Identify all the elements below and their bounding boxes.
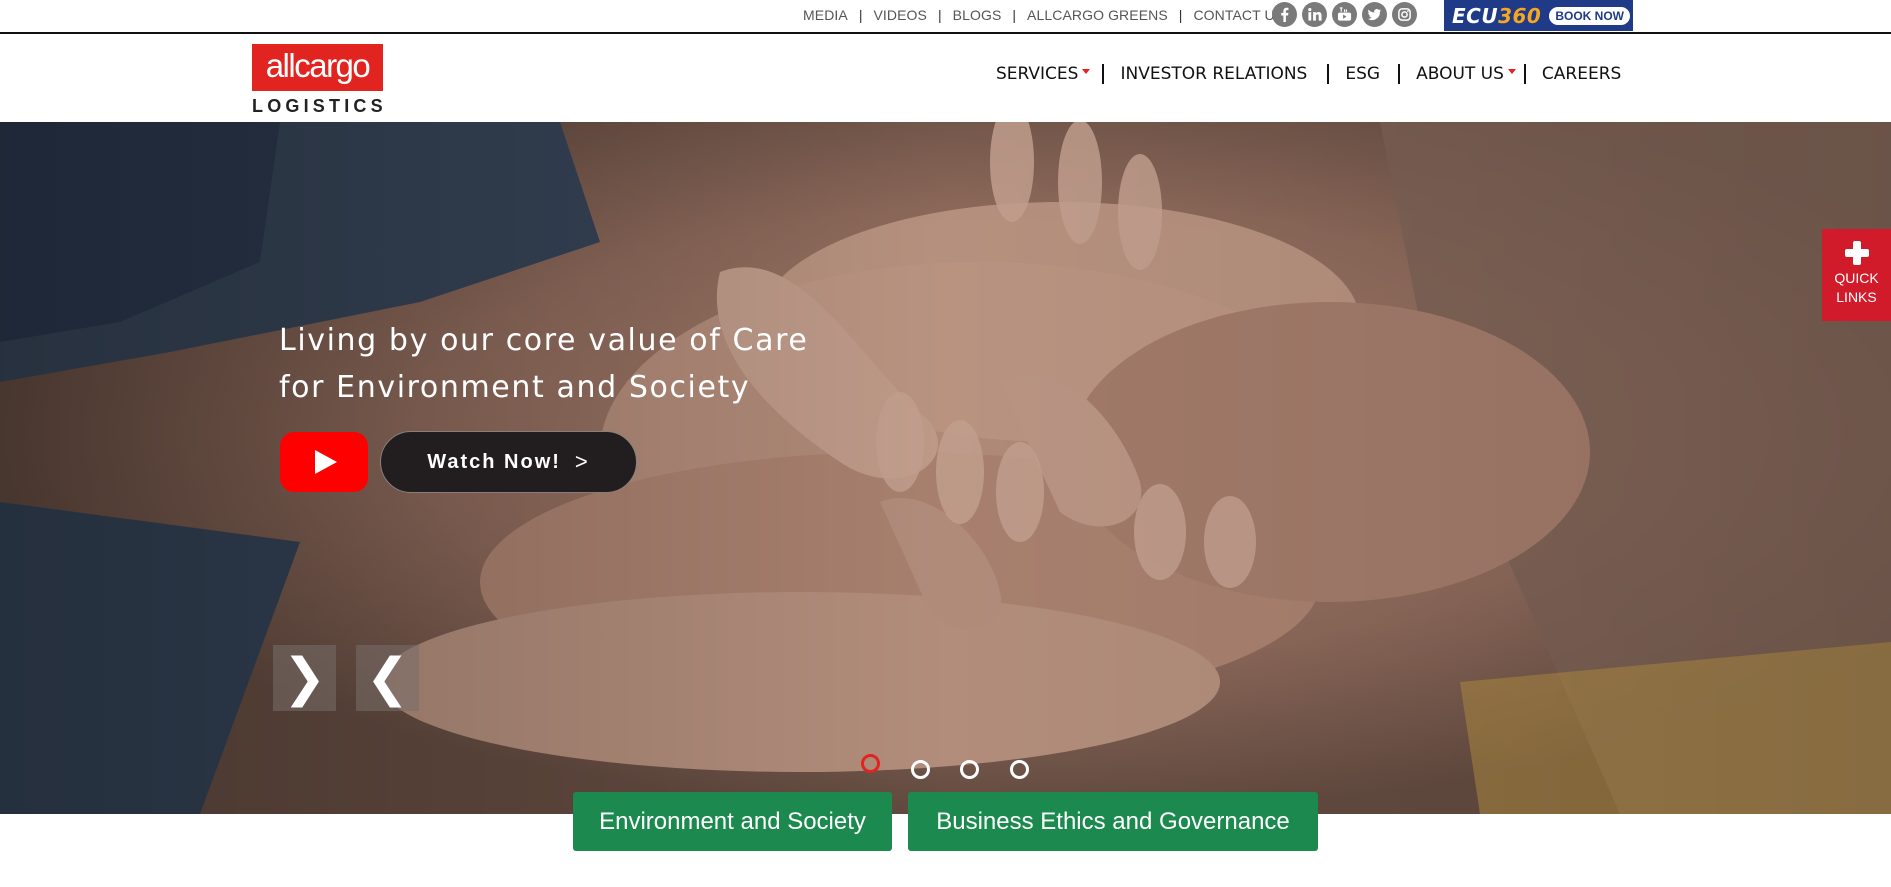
nav-label: SERVICES	[996, 64, 1079, 84]
quick-links-button[interactable]: QUICK LINKS	[1822, 229, 1891, 321]
nav-item-services[interactable]: SERVICES	[996, 64, 1091, 84]
linkedin-icon[interactable]	[1302, 2, 1327, 27]
separator: |	[1012, 7, 1017, 23]
dropdown-caret-icon	[1507, 68, 1516, 74]
separator: |	[1178, 7, 1183, 23]
hero-carousel: Living by our core value of Care for Env…	[0, 122, 1891, 814]
quick-links-label-2: LINKS	[1836, 289, 1877, 305]
nav-label: ESG	[1345, 64, 1381, 84]
nav-divider	[1102, 64, 1105, 84]
plus-icon	[1844, 241, 1869, 265]
logo-subtitle: LOGISTICS	[252, 96, 387, 116]
social-links	[1272, 2, 1417, 27]
logo-wordmark: allcargo	[252, 44, 383, 91]
nav-item-investor-relations[interactable]: INVESTOR RELATIONS	[1120, 64, 1307, 84]
top-link-blogs[interactable]: BLOGS	[953, 7, 1002, 23]
ecu360-logo-prefix: ECU	[1452, 3, 1499, 28]
hero-headline-line-1: Living by our core value of Care	[279, 323, 809, 358]
top-link-contact-us[interactable]: CONTACT US	[1193, 7, 1284, 23]
chevron-left-icon: ❮	[365, 648, 410, 708]
top-link-media[interactable]: MEDIA	[803, 7, 848, 23]
carousel-dot-3[interactable]	[960, 760, 979, 779]
tab-business-ethics-and-governance[interactable]: Business Ethics and Governance	[908, 792, 1318, 851]
quick-links-label-1: QUICK	[1834, 270, 1879, 286]
instagram-icon[interactable]	[1392, 2, 1417, 27]
nav-divider	[1327, 64, 1330, 84]
nav-item-about-us[interactable]: ABOUT US	[1416, 64, 1516, 84]
main-nav: SERVICES INVESTOR RELATIONS ESG ABOUT US…	[996, 64, 1621, 84]
separator: |	[858, 7, 863, 23]
youtube-icon[interactable]	[1332, 2, 1357, 27]
separator: |	[938, 7, 942, 23]
nav-divider	[1398, 64, 1401, 84]
watch-now-label: Watch Now!	[427, 450, 561, 473]
hero-headline: Living by our core value of Care for Env…	[279, 317, 808, 411]
nav-label: ABOUT US	[1416, 64, 1504, 84]
twitter-icon[interactable]	[1362, 2, 1387, 27]
top-link-allcargo-greens[interactable]: ALLCARGO GREENS	[1027, 7, 1168, 23]
nav-item-esg[interactable]: ESG	[1345, 64, 1380, 84]
facebook-icon[interactable]	[1272, 2, 1297, 27]
tab-environment-and-society[interactable]: Environment and Society	[573, 792, 892, 851]
nav-label: CAREERS	[1541, 64, 1622, 84]
top-utility-bar: MEDIA | VIDEOS | BLOGS | ALLCARGO GREENS…	[0, 0, 1891, 34]
carousel-next-button[interactable]: ❯	[273, 645, 336, 711]
carousel-dot-2[interactable]	[911, 760, 930, 779]
main-header: allcargo LOGISTICS SERVICES INVESTOR REL…	[0, 34, 1891, 122]
carousel-prev-button[interactable]: ❮	[356, 645, 419, 711]
ecu360-logo: ECU360	[1452, 4, 1541, 28]
allcargo-logo[interactable]: allcargo LOGISTICS	[252, 44, 384, 124]
nav-divider	[1523, 64, 1526, 84]
chevron-right-icon: ❯	[282, 648, 327, 708]
youtube-play-button[interactable]	[280, 432, 368, 492]
book-now-badge[interactable]: BOOK NOW	[1549, 6, 1631, 25]
dropdown-caret-icon	[1082, 68, 1091, 74]
nav-label: INVESTOR RELATIONS	[1120, 64, 1308, 84]
play-icon	[315, 450, 337, 474]
ecu360-book-now-banner[interactable]: ECU360 BOOK NOW	[1444, 0, 1633, 31]
nav-item-careers[interactable]: CAREERS	[1542, 64, 1621, 84]
top-links: MEDIA | VIDEOS | BLOGS | ALLCARGO GREENS…	[803, 0, 1284, 30]
carousel-dot-4[interactable]	[1010, 760, 1029, 779]
chevron-right-icon: >	[574, 449, 590, 474]
ecu360-logo-suffix: 360	[1498, 3, 1542, 28]
hero-headline-line-2: for Environment and Society	[279, 370, 751, 405]
carousel-dot-1[interactable]	[861, 754, 880, 773]
watch-now-button[interactable]: Watch Now! >	[380, 431, 637, 493]
top-link-videos[interactable]: VIDEOS	[873, 7, 927, 23]
